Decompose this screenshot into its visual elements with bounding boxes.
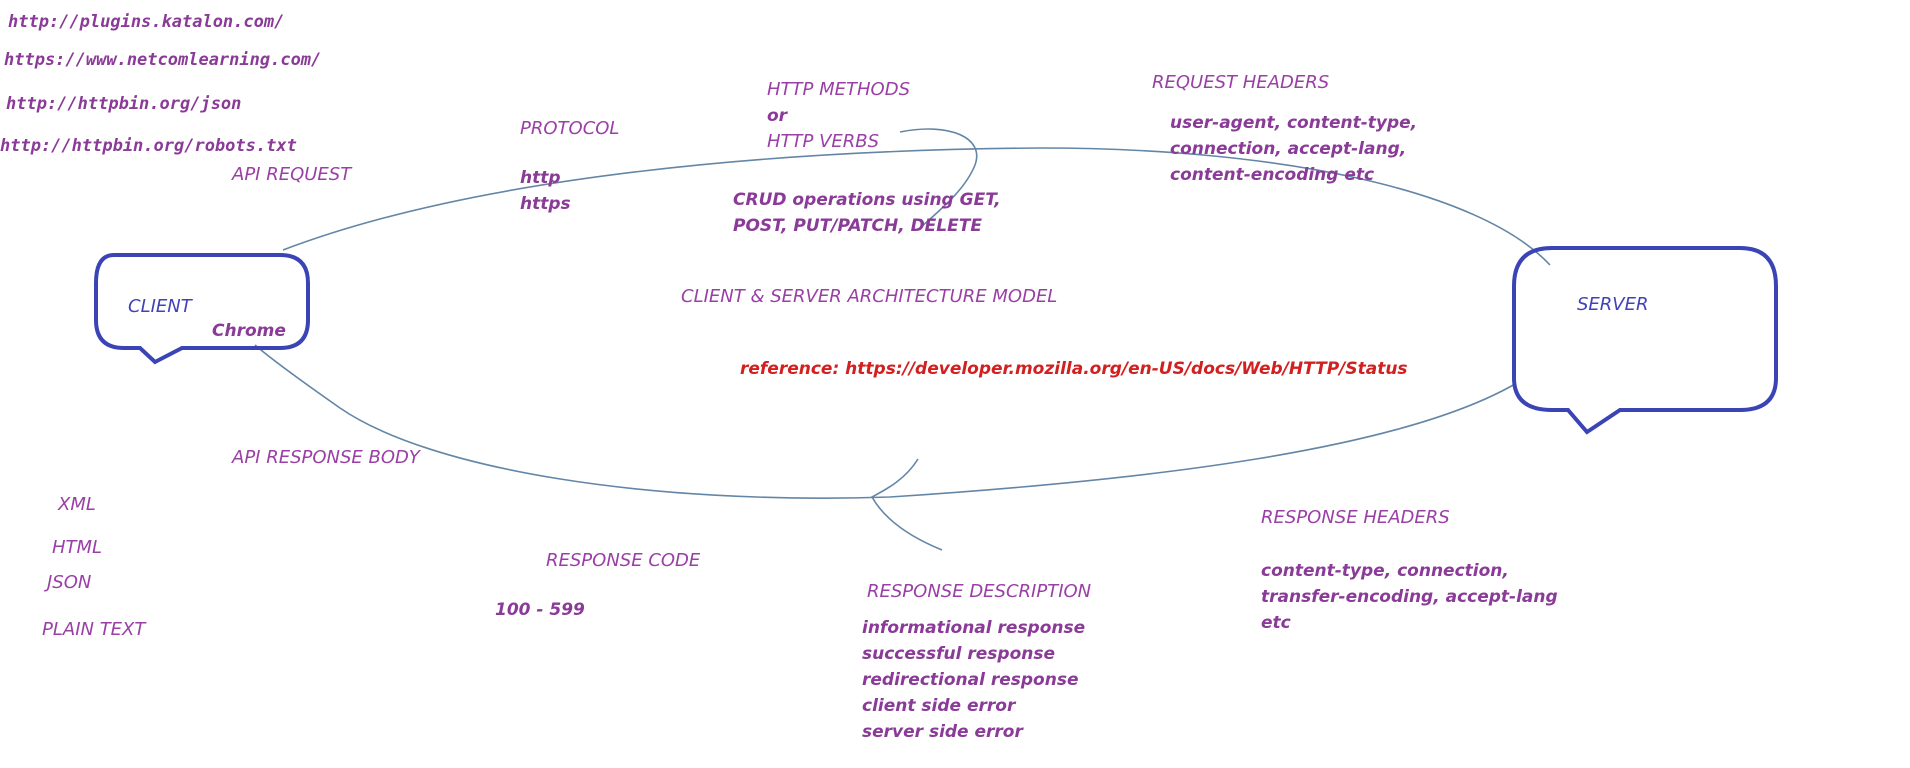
crud-line-1: CRUD operations using GET, — [733, 190, 1001, 210]
protocol-item-https: https — [520, 194, 571, 214]
reference-link: reference: https://developer.mozilla.org… — [740, 359, 1408, 379]
body-type-xml: XML — [58, 494, 96, 515]
request-header-line-3: content-encoding etc — [1170, 165, 1375, 185]
response-header-line-3: etc — [1261, 613, 1291, 633]
response-arrowhead — [870, 458, 943, 551]
or-label: or — [767, 106, 788, 126]
url-httpbin-json: http://httpbin.org/json — [6, 94, 242, 114]
response-code-label: RESPONSE CODE — [546, 550, 701, 571]
protocol-label: PROTOCOL — [520, 118, 620, 139]
response-description-label: RESPONSE DESCRIPTION — [867, 581, 1092, 602]
response-description-item-5: server side error — [862, 722, 1023, 742]
client-label: CLIENT — [128, 296, 192, 317]
response-description-item-2: successful response — [862, 644, 1056, 664]
response-header-line-1: content-type, connection, — [1261, 561, 1509, 581]
response-description-item-3: redirectional response — [862, 670, 1079, 690]
request-headers-label: REQUEST HEADERS — [1152, 72, 1330, 93]
body-type-plain-text: PLAIN TEXT — [42, 619, 146, 640]
response-headers-label: RESPONSE HEADERS — [1261, 507, 1450, 528]
protocol-item-http: http — [520, 168, 561, 188]
body-type-json: JSON — [47, 572, 92, 593]
url-katalon: http://plugins.katalon.com/ — [8, 12, 285, 32]
response-description-item-4: client side error — [862, 696, 1016, 716]
response-code-range: 100 - 599 — [495, 600, 585, 620]
api-response-body-label: API RESPONSE BODY — [232, 447, 420, 468]
diagram-title: CLIENT & SERVER ARCHITECTURE MODEL — [681, 286, 1058, 307]
http-methods-label: HTTP METHODS — [767, 79, 910, 100]
request-header-line-2: connection, accept-lang, — [1170, 139, 1407, 159]
api-request-label: API REQUEST — [232, 164, 352, 185]
request-arrowhead — [899, 128, 978, 229]
http-verbs-label: HTTP VERBS — [767, 131, 880, 152]
diagram-canvas: http://plugins.katalon.com/ https://www.… — [0, 0, 1910, 768]
chrome-label: Chrome — [212, 321, 286, 341]
request-header-line-1: user-agent, content-type, — [1170, 113, 1418, 133]
server-label: SERVER — [1577, 294, 1649, 315]
url-netcomlearning: https://www.netcomlearning.com/ — [4, 50, 322, 70]
response-description-item-1: informational response — [862, 618, 1086, 638]
body-type-html: HTML — [52, 537, 103, 558]
server-box — [1512, 246, 1778, 435]
response-header-line-2: transfer-encoding, accept-lang — [1261, 587, 1558, 607]
crud-line-2: POST, PUT/PATCH, DELETE — [733, 216, 982, 236]
url-httpbin-robots: http://httpbin.org/robots.txt — [0, 136, 297, 156]
